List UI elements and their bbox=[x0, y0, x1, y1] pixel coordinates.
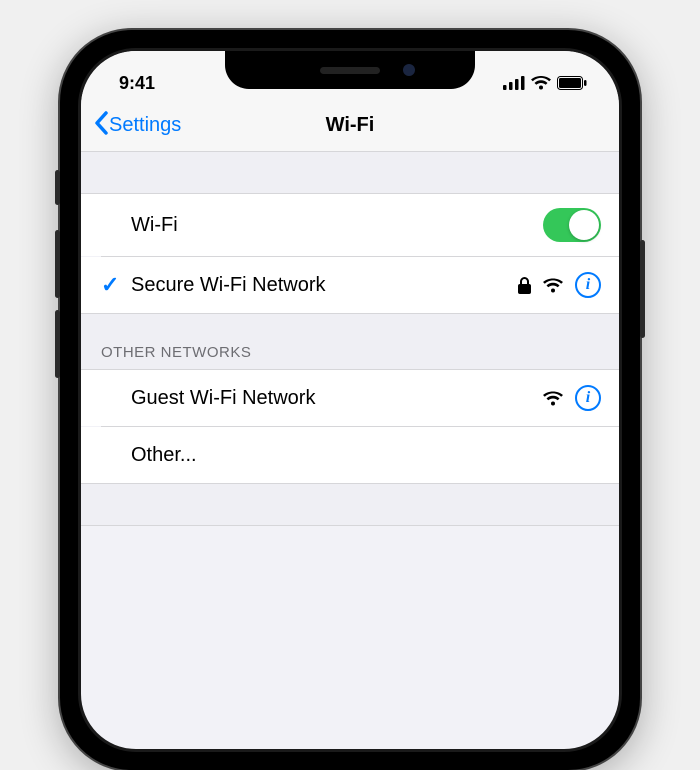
screen: 9:41 bbox=[81, 51, 619, 749]
other-network-label: Other... bbox=[131, 444, 601, 467]
battery-icon bbox=[557, 76, 587, 90]
status-icons bbox=[503, 76, 587, 90]
nav-bar: Settings Wi-Fi bbox=[81, 101, 619, 152]
wifi-signal-icon bbox=[543, 391, 563, 406]
volume-down-button bbox=[55, 310, 60, 378]
info-button[interactable]: i bbox=[575, 385, 601, 411]
network-row-other[interactable]: Other... bbox=[81, 427, 619, 483]
group-spacer bbox=[81, 484, 619, 526]
wifi-signal-icon bbox=[543, 278, 563, 293]
chevron-left-icon bbox=[93, 111, 109, 139]
notch bbox=[225, 51, 475, 89]
network-row-guest[interactable]: Guest Wi-Fi Network i bbox=[81, 370, 619, 426]
back-button[interactable]: Settings bbox=[93, 111, 181, 139]
network-name: Guest Wi-Fi Network bbox=[131, 387, 543, 410]
group-spacer bbox=[81, 152, 619, 194]
cellular-signal-icon bbox=[503, 76, 525, 90]
lock-icon bbox=[518, 277, 531, 294]
toggle-knob bbox=[569, 210, 599, 240]
back-label: Settings bbox=[109, 114, 181, 137]
wifi-toggle-label: Wi-Fi bbox=[131, 214, 543, 237]
status-time: 9:41 bbox=[119, 73, 155, 94]
other-networks-header: OTHER NETWORKS bbox=[81, 314, 619, 370]
connected-network-name: Secure Wi-Fi Network bbox=[131, 274, 518, 297]
wifi-toggle[interactable] bbox=[543, 208, 601, 242]
silence-switch bbox=[55, 170, 60, 205]
front-camera bbox=[403, 64, 415, 76]
phone-frame: 9:41 bbox=[60, 30, 640, 770]
checkmark-icon: ✓ bbox=[101, 272, 131, 298]
connected-network-row[interactable]: ✓ Secure Wi-Fi Network i bbox=[81, 257, 619, 313]
wifi-toggle-row: Wi-Fi bbox=[81, 194, 619, 256]
info-button[interactable]: i bbox=[575, 272, 601, 298]
volume-up-button bbox=[55, 230, 60, 298]
wifi-status-icon bbox=[531, 76, 551, 90]
speaker-grille bbox=[320, 67, 380, 74]
power-button bbox=[640, 240, 645, 338]
